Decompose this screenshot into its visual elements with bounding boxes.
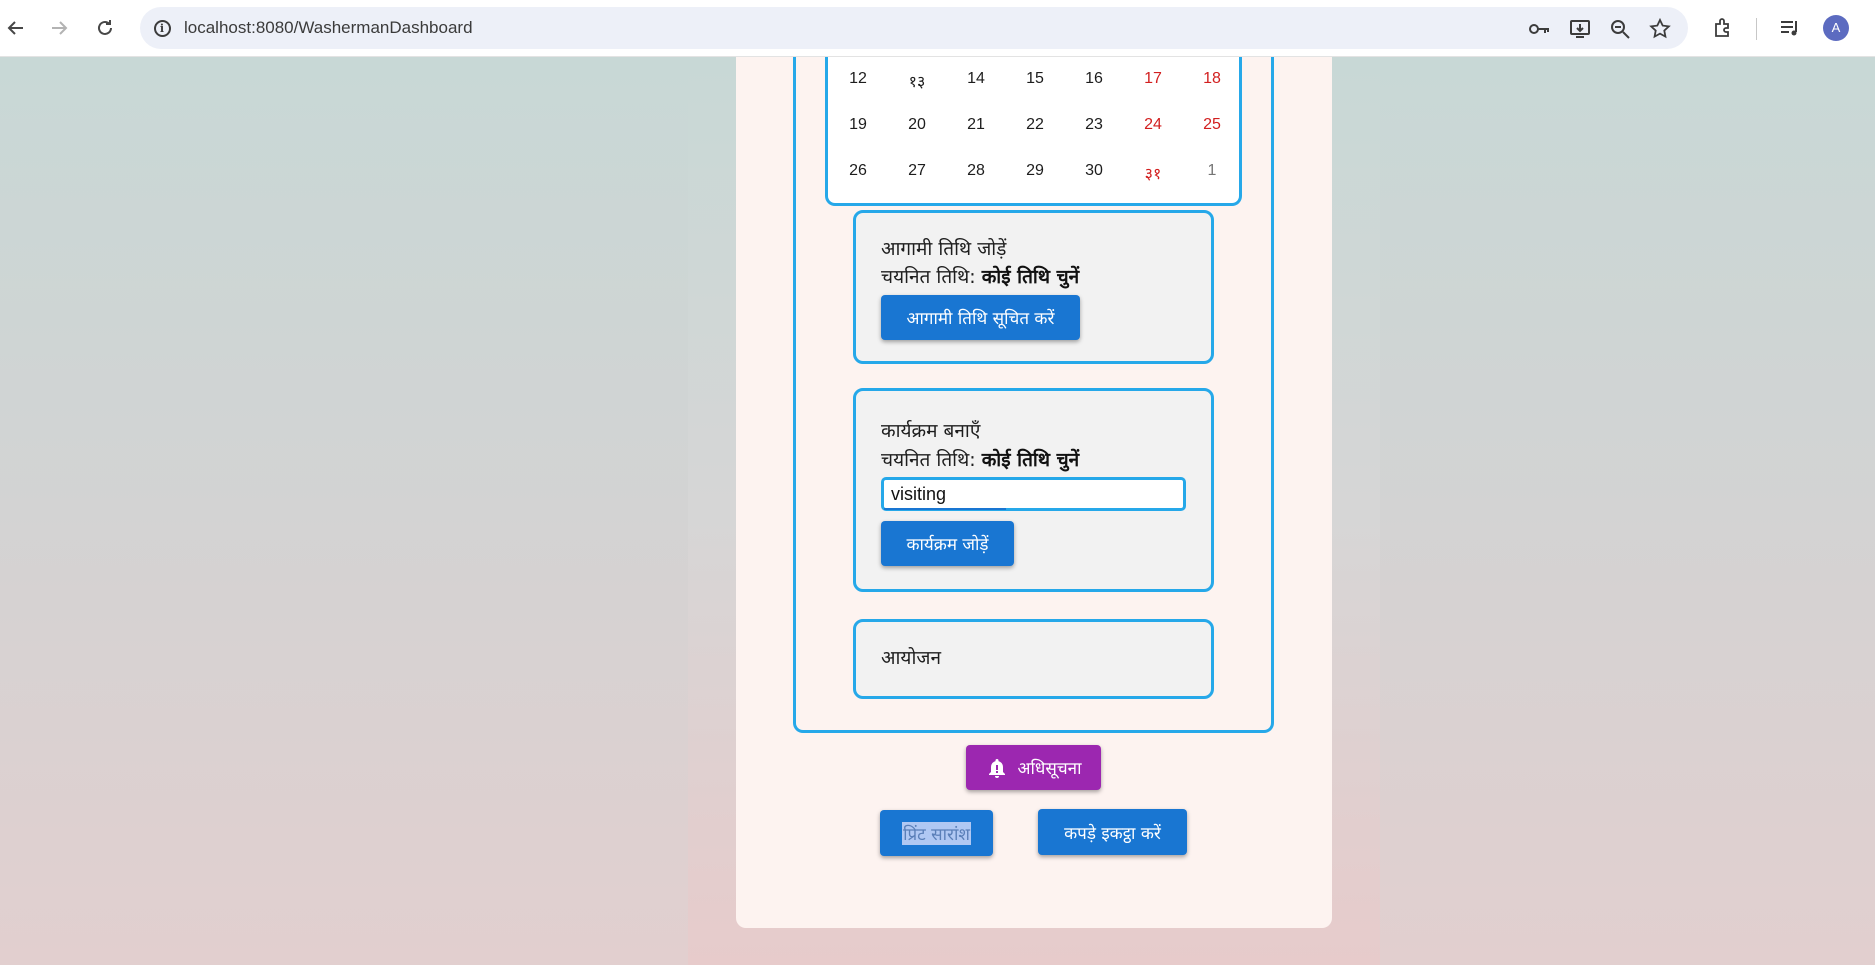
calendar-day[interactable]: १३ xyxy=(897,70,937,92)
toolbar-separator xyxy=(1756,18,1757,40)
collect-clothes-button[interactable]: कपड़े इकट्ठा करें xyxy=(1038,809,1187,855)
calendar-day[interactable]: 29 xyxy=(1015,162,1055,180)
page-viewport: 12 १३ 14 15 16 17 18 19 20 21 22 23 24 2… xyxy=(0,57,1875,965)
calendar-day[interactable]: 21 xyxy=(956,116,996,134)
calendar-week-row: 12 १३ 14 15 16 17 18 xyxy=(828,70,1239,100)
notify-upcoming-date-button[interactable]: आगामी तिथि सूचित करें xyxy=(881,295,1080,340)
selected-date-label: चयनित तिथि: xyxy=(881,449,976,471)
extensions-icon[interactable] xyxy=(1708,13,1738,43)
calendar-day[interactable]: 26 xyxy=(838,162,878,180)
selected-date-value: कोई तिथि चुनें xyxy=(981,266,1080,288)
calendar-day-weekend[interactable]: ३१ xyxy=(1133,162,1173,184)
calendar-day[interactable]: 12 xyxy=(838,70,878,88)
calendar-day[interactable]: 28 xyxy=(956,162,996,180)
calendar-week-row: 19 20 21 22 23 24 25 xyxy=(828,116,1239,146)
program-name-input[interactable]: visiting xyxy=(881,477,1186,511)
upcoming-selected-date: चयनित तिथि: कोई तिथि चुनें xyxy=(881,263,1079,289)
browser-toolbar: i localhost:8080/WashermanDashboard A xyxy=(0,0,1875,57)
calendar-day-weekend[interactable]: 18 xyxy=(1192,70,1232,88)
site-info-icon[interactable]: i xyxy=(150,16,174,40)
program-panel-title: कार्यक्रम बनाएँ xyxy=(881,420,981,442)
calendar-day[interactable]: 20 xyxy=(897,116,937,134)
events-panel-title: आयोजन xyxy=(881,647,942,669)
reload-icon[interactable] xyxy=(90,13,120,43)
bookmark-star-icon[interactable] xyxy=(1647,16,1673,42)
selected-date-label: चयनित तिथि: xyxy=(881,266,976,288)
create-program-panel: कार्यक्रम बनाएँ चयनित तिथि: कोई तिथि चुन… xyxy=(853,388,1214,592)
upcoming-panel-title: आगामी तिथि जोड़ें xyxy=(881,238,1007,260)
selected-date-value: कोई तिथि चुनें xyxy=(981,449,1080,471)
forward-icon[interactable] xyxy=(44,13,74,43)
calendar-day[interactable]: 16 xyxy=(1074,70,1114,88)
calendar: 12 १३ 14 15 16 17 18 19 20 21 22 23 24 2… xyxy=(825,57,1242,206)
notification-bell-icon xyxy=(986,757,1008,779)
upcoming-date-panel: आगामी तिथि जोड़ें चयनित तिथि: कोई तिथि च… xyxy=(853,210,1214,364)
program-selected-date: चयनित तिथि: कोई तिथि चुनें xyxy=(881,446,1079,472)
add-program-button[interactable]: कार्यक्रम जोड़ें xyxy=(881,521,1014,566)
calendar-day-next-month[interactable]: 1 xyxy=(1192,162,1232,180)
back-icon[interactable] xyxy=(1,13,31,43)
calendar-day-weekend[interactable]: 17 xyxy=(1133,70,1173,88)
calendar-day-weekend[interactable]: 24 xyxy=(1133,116,1173,134)
password-key-icon[interactable] xyxy=(1526,16,1552,42)
url-text[interactable]: localhost:8080/WashermanDashboard xyxy=(184,18,473,38)
print-summary-label: प्रिंट सारांश xyxy=(902,821,971,845)
events-panel: आयोजन xyxy=(853,619,1214,699)
notification-label: अधिसूचना xyxy=(1017,759,1082,779)
media-controls-icon[interactable] xyxy=(1775,13,1805,43)
calendar-day[interactable]: 14 xyxy=(956,70,996,88)
calendar-day[interactable]: 30 xyxy=(1074,162,1114,180)
print-summary-button[interactable]: प्रिंट सारांश xyxy=(880,810,993,856)
calendar-week-row: 26 27 28 29 30 ३१ 1 xyxy=(828,162,1239,192)
calendar-day[interactable]: 19 xyxy=(838,116,878,134)
calendar-day[interactable]: 23 xyxy=(1074,116,1114,134)
notification-button[interactable]: अधिसूचना xyxy=(966,745,1101,790)
address-bar[interactable]: i localhost:8080/WashermanDashboard xyxy=(140,7,1688,49)
calendar-day-weekend[interactable]: 25 xyxy=(1192,116,1232,134)
install-app-icon[interactable] xyxy=(1567,16,1593,42)
calendar-day[interactable]: 15 xyxy=(1015,70,1055,88)
input-focus-underline xyxy=(884,508,1006,510)
calendar-day[interactable]: 22 xyxy=(1015,116,1055,134)
calendar-day[interactable]: 27 xyxy=(897,162,937,180)
profile-avatar[interactable]: A xyxy=(1823,15,1849,41)
zoom-out-icon[interactable] xyxy=(1607,16,1633,42)
